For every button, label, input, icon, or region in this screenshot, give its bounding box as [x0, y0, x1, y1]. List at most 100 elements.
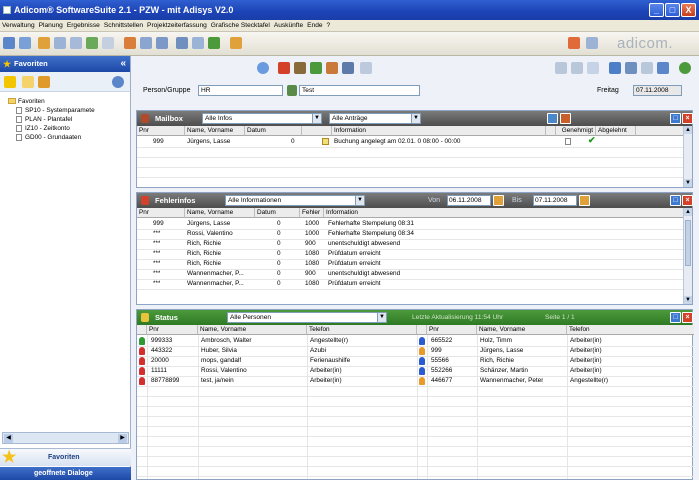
table-cell[interactable]: 1080: [303, 249, 319, 259]
status-col-tel-right[interactable]: Telefon: [567, 325, 694, 335]
fehler-col-pnr[interactable]: Pnr: [137, 208, 185, 218]
favorite-remove-icon[interactable]: [38, 76, 50, 88]
table-cell[interactable]: Rich, Richie: [185, 259, 221, 269]
refresh-icon[interactable]: [112, 76, 124, 88]
menu-ergebnisse[interactable]: Ergebnisse: [65, 20, 102, 32]
fehler-col-fehler[interactable]: Fehler: [300, 208, 324, 218]
tree-icon[interactable]: [86, 37, 98, 49]
table-cell[interactable]: ***: [151, 229, 160, 239]
table-cell[interactable]: Rossi, Valentino: [199, 366, 247, 376]
table-cell[interactable]: Arbeiter(in): [568, 336, 602, 346]
copy-icon[interactable]: [54, 37, 66, 49]
table-cell[interactable]: Arbeiter(in): [568, 366, 602, 376]
table-cell[interactable]: Holz, Timm: [478, 336, 512, 346]
nav-up-icon[interactable]: [587, 62, 599, 74]
scroll-up-icon[interactable]: ▲: [684, 126, 692, 134]
fehlerinfos-close-button[interactable]: ×: [682, 195, 693, 206]
scroll-down-icon[interactable]: ▼: [684, 179, 692, 187]
table-cell[interactable]: Angestellte(r): [308, 336, 348, 346]
table-cell[interactable]: ***: [151, 259, 160, 269]
table-cell[interactable]: unentschuldigt abwesend: [326, 269, 400, 279]
status-person-filter[interactable]: Alle Personen ▼: [227, 312, 387, 323]
table-cell[interactable]: Buchung angelegt am 02.01. 0 08:00 - 00:…: [332, 137, 461, 147]
filter-icon[interactable]: [657, 62, 669, 74]
table-cell[interactable]: 443322: [149, 346, 172, 356]
fehlerinfos-filter[interactable]: Alle Informationen ▼: [225, 195, 365, 206]
table-cell[interactable]: 11111: [149, 366, 167, 376]
maximize-button[interactable]: □: [665, 3, 680, 17]
fehler-col-datum[interactable]: Datum: [255, 208, 300, 218]
table-cell[interactable]: ***: [151, 249, 160, 259]
calendar-icon[interactable]: [156, 37, 168, 49]
approved-check-icon[interactable]: ✔: [588, 135, 596, 146]
table-cell[interactable]: ***: [151, 239, 160, 249]
mailbox-col-abgelehnt[interactable]: Abgelehnt: [596, 126, 636, 136]
table-cell[interactable]: Ambrosch, Walter: [199, 336, 252, 346]
chart-icon[interactable]: [176, 37, 188, 49]
mailbox-action-icon[interactable]: [560, 113, 571, 124]
phone-icon[interactable]: [342, 62, 354, 74]
scroll-thumb[interactable]: [685, 220, 691, 266]
tools-icon[interactable]: [230, 37, 242, 49]
minimize-button[interactable]: _: [649, 3, 664, 17]
table-cell[interactable]: 900: [303, 269, 316, 279]
people-icon[interactable]: [124, 37, 136, 49]
table-cell[interactable]: Schänzer, Martin: [478, 366, 528, 376]
table-cell[interactable]: Jürgens, Lasse: [185, 219, 230, 229]
fehlerinfos-maximize-button[interactable]: □: [670, 195, 681, 206]
menu-planung[interactable]: Planung: [37, 20, 65, 32]
person-group-input[interactable]: HR: [198, 85, 283, 96]
table-cell[interactable]: 999: [429, 346, 442, 356]
close-button[interactable]: X: [681, 3, 696, 17]
grid-icon[interactable]: [140, 37, 152, 49]
table-cell[interactable]: Arbeiter(in): [308, 376, 342, 386]
table-cell[interactable]: 0: [275, 249, 281, 259]
mailbox-col-information[interactable]: Information: [332, 126, 546, 136]
globe-icon[interactable]: [257, 62, 269, 74]
window-icon[interactable]: [586, 37, 598, 49]
mailbox-vscrollbar[interactable]: ▲ ▼: [683, 126, 692, 187]
menu-grafische-stecktafel[interactable]: Grafische Stecktafel: [209, 20, 272, 32]
table-cell[interactable]: 88778899: [149, 376, 179, 386]
table-cell[interactable]: 0: [275, 229, 281, 239]
table-cell[interactable]: Azubi: [308, 346, 326, 356]
table-cell[interactable]: Prüfdatum erreicht: [326, 249, 381, 259]
nav-forward-icon[interactable]: [571, 62, 583, 74]
export-icon[interactable]: [641, 62, 653, 74]
favorite-folder-icon[interactable]: [22, 76, 34, 88]
scroll-up-icon[interactable]: ▲: [684, 208, 692, 216]
table-cell[interactable]: 1080: [303, 279, 319, 289]
chevron-down-icon[interactable]: ▼: [312, 114, 321, 123]
table-cell[interactable]: 0: [275, 259, 281, 269]
table-cell[interactable]: Wannenmacher, P...: [185, 269, 244, 279]
tree-root[interactable]: Favoriten: [8, 98, 45, 106]
calendar-icon[interactable]: [579, 195, 590, 206]
help-icon[interactable]: [679, 62, 691, 74]
alert-icon[interactable]: [278, 62, 290, 74]
status-close-button[interactable]: ×: [682, 312, 693, 323]
table-cell[interactable]: test, ja/nein: [199, 376, 234, 386]
lookup-icon[interactable]: [287, 85, 297, 96]
table-cell[interactable]: Prüfdatum erreicht: [326, 259, 381, 269]
mailbox-col-icon[interactable]: [302, 126, 332, 136]
table-cell[interactable]: Ferienaushilfe: [308, 356, 350, 366]
table-cell[interactable]: Arbeiter(in): [568, 346, 602, 356]
status-col-tel-left[interactable]: Telefon: [307, 325, 417, 335]
sidebar-open-dialogs-tab[interactable]: geoffnete Dialoge: [0, 467, 131, 480]
status-col-name-right[interactable]: Name, Vorname: [477, 325, 567, 335]
table-cell[interactable]: Fehlerhafte Stempelung 08:34: [326, 229, 414, 239]
table-cell[interactable]: Jürgens, Lasse: [478, 346, 523, 356]
table-cell[interactable]: Arbeiter(in): [568, 356, 602, 366]
fehlerinfos-vscrollbar[interactable]: ▲ ▼: [683, 208, 692, 304]
table-cell[interactable]: mops, gandalf: [199, 356, 241, 366]
tree-item-sp10[interactable]: SP10 - Systemparamete: [16, 107, 95, 115]
status-col-name-left[interactable]: Name, Vorname: [198, 325, 307, 335]
table-cell[interactable]: ***: [151, 279, 160, 289]
table-cell[interactable]: 999333: [149, 336, 172, 346]
bis-date-input[interactable]: 07.11.2008: [533, 195, 577, 206]
menu-auskuenfte[interactable]: Auskünfte: [272, 20, 305, 32]
scroll-left-icon[interactable]: ◀: [4, 434, 13, 443]
collapse-icon[interactable]: «: [120, 56, 126, 72]
table-cell[interactable]: 0: [275, 219, 281, 229]
scroll-right-icon[interactable]: ▶: [118, 434, 127, 443]
